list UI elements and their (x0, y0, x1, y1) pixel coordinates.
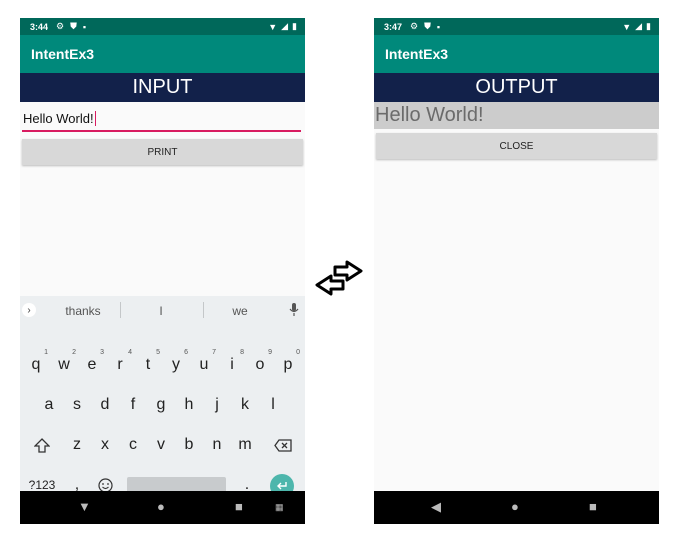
message-input-value: Hello World! (23, 111, 94, 126)
key-hint: 0 (296, 349, 300, 356)
key-label: u (199, 356, 209, 373)
key-z[interactable]: z (64, 428, 90, 462)
suggestion-strip: › thanks I we (20, 296, 305, 326)
key-hint: 3 (100, 349, 104, 356)
key-d[interactable]: d (92, 388, 118, 422)
suggestion-1[interactable]: thanks (48, 304, 118, 318)
backspace-icon[interactable] (270, 428, 296, 462)
key-hint: 1 (44, 349, 48, 356)
key-i[interactable]: i8 (219, 348, 245, 382)
key-hint: 5 (156, 349, 160, 356)
output-text-value: Hello World! (375, 104, 484, 126)
shield-icon: ⛊ (424, 21, 431, 31)
key-j[interactable]: j (204, 388, 230, 422)
key-v[interactable]: v (148, 428, 174, 462)
key-label: o (255, 356, 265, 373)
key-hint: 7 (212, 349, 216, 356)
wifi-icon: ▼ (268, 21, 278, 32)
recents-icon[interactable]: ■ (235, 499, 243, 514)
key-label: i (230, 356, 234, 373)
recents-icon[interactable]: ■ (589, 499, 597, 514)
key-hint: 6 (184, 349, 188, 356)
key-label: y (172, 356, 180, 373)
app-bar: IntentEx3 (374, 35, 659, 73)
output-phone-screen: 3:47 ⚙ ⛊ ▪ ▼ ◢ ▮ IntentEx3 OUTPUT Hello … (374, 18, 659, 524)
key-label: p (283, 356, 293, 373)
battery-icon: ▮ (646, 21, 651, 31)
suggestion-divider (203, 302, 204, 318)
key-hint: 8 (240, 349, 244, 356)
text-cursor (94, 111, 97, 126)
status-bar: 3:44 ⚙ ⛊ ▪ ▼ ◢ ▮ (20, 18, 305, 35)
app-title: IntentEx3 (385, 46, 449, 62)
navigation-bar: ◀ ● ■ (374, 491, 659, 524)
key-label: q (31, 356, 41, 373)
suggestion-3[interactable]: we (205, 304, 275, 318)
shift-icon[interactable] (29, 428, 55, 462)
settings-icon: ⚙ (56, 21, 65, 31)
key-y[interactable]: y6 (163, 348, 189, 382)
message-input[interactable]: Hello World! (22, 107, 301, 132)
back-down-icon[interactable]: ▼ (78, 499, 91, 514)
key-b[interactable]: b (176, 428, 202, 462)
enter-icon (277, 482, 287, 490)
key-hint: 9 (268, 349, 272, 356)
close-button[interactable]: CLOSE (376, 133, 657, 159)
key-r[interactable]: r4 (107, 348, 133, 382)
key-a[interactable]: a (36, 388, 62, 422)
settings-icon: ⚙ (410, 21, 419, 31)
key-p[interactable]: p0 (275, 348, 301, 382)
back-icon[interactable]: ◀ (431, 499, 441, 515)
output-text: Hello World! (374, 102, 659, 129)
signal-icon: ◢ (281, 21, 289, 31)
key-k[interactable]: k (232, 388, 258, 422)
key-m[interactable]: m (232, 428, 258, 462)
key-label: w (58, 356, 70, 373)
soft-keyboard: › thanks I we q1w2e3r4t5y6u7i8o9p0 asdfg… (20, 296, 305, 498)
home-icon[interactable]: ● (157, 499, 165, 514)
key-h[interactable]: h (176, 388, 202, 422)
key-hint: 2 (72, 349, 76, 356)
status-time: 3:47 (384, 21, 403, 32)
key-label: t (145, 356, 151, 373)
key-w[interactable]: w2 (51, 348, 77, 382)
sd-card-icon: ▪ (82, 21, 87, 32)
input-phone-screen: 3:44 ⚙ ⛊ ▪ ▼ ◢ ▮ IntentEx3 INPUT Hello W… (20, 18, 305, 524)
key-u[interactable]: u7 (191, 348, 217, 382)
key-c[interactable]: c (120, 428, 146, 462)
key-label: e (87, 356, 97, 373)
status-time: 3:44 (30, 21, 49, 32)
app-title: IntentEx3 (31, 46, 95, 62)
microphone-icon[interactable] (289, 303, 299, 319)
status-bar: 3:47 ⚙ ⛊ ▪ ▼ ◢ ▮ (374, 18, 659, 35)
signal-icon: ◢ (635, 21, 643, 31)
key-t[interactable]: t5 (135, 348, 161, 382)
key-e[interactable]: e3 (79, 348, 105, 382)
keyboard-icon[interactable]: ▦ (275, 502, 284, 513)
sd-card-icon: ▪ (436, 21, 441, 32)
key-q[interactable]: q1 (23, 348, 49, 382)
output-banner: OUTPUT (374, 73, 659, 102)
key-f[interactable]: f (120, 388, 146, 422)
suggestion-divider (120, 302, 121, 318)
shield-icon: ⛊ (70, 21, 77, 31)
suggestion-2[interactable]: I (126, 304, 196, 318)
battery-icon: ▮ (292, 21, 297, 31)
key-l[interactable]: l (260, 388, 286, 422)
key-n[interactable]: n (204, 428, 230, 462)
key-x[interactable]: x (92, 428, 118, 462)
app-bar: IntentEx3 (20, 35, 305, 73)
chevron-right-icon[interactable]: › (22, 303, 36, 317)
key-g[interactable]: g (148, 388, 174, 422)
key-hint: 4 (128, 349, 132, 356)
swap-arrows-icon (315, 260, 363, 296)
navigation-bar: ▼ ● ■ ▦ (20, 491, 305, 524)
key-s[interactable]: s (64, 388, 90, 422)
key-label: r (117, 356, 123, 373)
key-o[interactable]: o9 (247, 348, 273, 382)
input-banner: INPUT (20, 73, 305, 102)
wifi-icon: ▼ (622, 21, 632, 32)
home-icon[interactable]: ● (511, 499, 519, 514)
print-button[interactable]: PRINT (22, 139, 303, 165)
